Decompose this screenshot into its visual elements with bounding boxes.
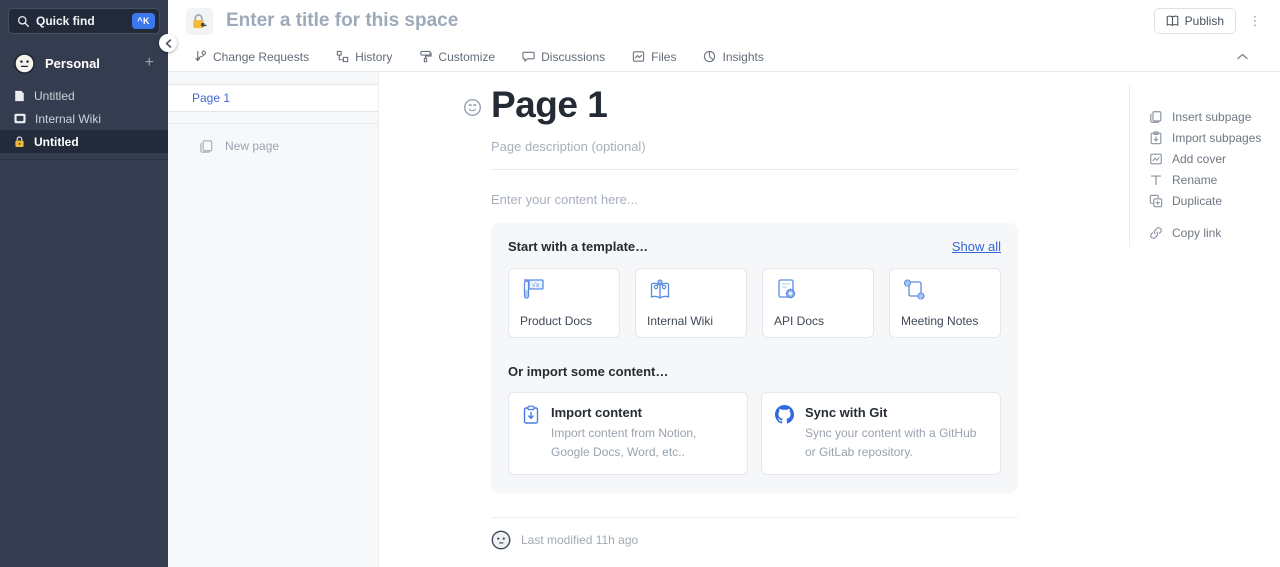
template-card-internal-wiki[interactable]: Internal Wiki — [635, 268, 747, 338]
lock-with-key-icon — [191, 13, 208, 30]
duplicate-icon — [1149, 194, 1163, 208]
lock-icon — [14, 136, 25, 148]
import-content-icon — [522, 405, 540, 461]
tab-customize[interactable]: Customize — [419, 50, 495, 64]
search-placeholder: Quick find — [36, 14, 132, 28]
template-card-product-docs[interactable]: √x Product Docs — [508, 268, 620, 338]
main-area: Enter a title for this space Publish ⋮ C… — [168, 0, 1280, 567]
pages-divider — [168, 123, 378, 124]
rename-icon — [1149, 173, 1163, 187]
copy-link-icon — [1149, 226, 1163, 240]
add-cover-icon — [1149, 152, 1163, 166]
page-emoji-button[interactable] — [463, 98, 482, 117]
space-emoji-button[interactable] — [186, 8, 213, 35]
templates-heading: Start with a template… — [508, 239, 952, 254]
page-title[interactable]: Page 1 — [491, 84, 1018, 126]
publish-button[interactable]: Publish — [1154, 8, 1236, 34]
api-docs-icon — [774, 278, 862, 302]
title-divider — [491, 169, 1018, 170]
sync-with-git-card[interactable]: Sync with Git Sync your content with a G… — [761, 392, 1001, 475]
copy-link-button[interactable]: Copy link — [1149, 222, 1261, 243]
meeting-notes-icon — [901, 278, 989, 302]
files-icon — [632, 50, 645, 63]
page-icon — [14, 90, 25, 102]
import-subpages-icon — [1149, 131, 1163, 145]
tab-files[interactable]: Files — [632, 50, 676, 64]
import-subpages-button[interactable]: Import subpages — [1149, 127, 1261, 148]
workspace-avatar — [14, 53, 35, 74]
header-more-button[interactable]: ⋮ — [1242, 13, 1268, 29]
collapse-header-button[interactable] — [1237, 53, 1248, 60]
sidebar-item-untitled-1[interactable]: Untitled — [0, 84, 168, 107]
internal-wiki-icon — [647, 278, 735, 302]
search-icon — [17, 15, 30, 28]
customize-icon — [419, 50, 432, 63]
quick-find-search[interactable]: Quick find ^K — [8, 8, 160, 34]
last-modified-text: Last modified 11h ago — [521, 533, 638, 547]
github-icon — [775, 405, 794, 461]
tab-change-requests[interactable]: Change Requests — [194, 50, 309, 64]
add-space-button[interactable]: + — [145, 55, 154, 71]
import-heading: Or import some content… — [508, 364, 1001, 379]
insert-subpage-button[interactable]: Insert subpage — [1149, 106, 1261, 127]
insights-icon — [703, 50, 716, 63]
last-modified-row: Last modified 11h ago — [491, 530, 1018, 567]
space-tab-bar: Change Requests History Customize Discus… — [168, 42, 1280, 72]
tab-discussions[interactable]: Discussions — [522, 50, 605, 64]
page-list-item-selected[interactable]: Page 1 — [168, 84, 378, 112]
discussions-icon — [522, 50, 535, 63]
rename-button[interactable]: Rename — [1149, 169, 1261, 190]
template-card-meeting-notes[interactable]: Meeting Notes — [889, 268, 1001, 338]
modifier-avatar — [491, 530, 511, 550]
product-docs-icon: √x — [520, 278, 608, 302]
sidebar-item-internal-wiki[interactable]: Internal Wiki — [0, 107, 168, 130]
space-header: Enter a title for this space Publish ⋮ — [168, 0, 1280, 42]
insert-subpage-icon — [1149, 110, 1163, 124]
page-actions-rail: Insert subpage Import subpages Add cover… — [1129, 85, 1261, 247]
template-card-api-docs[interactable]: API Docs — [762, 268, 874, 338]
tab-history[interactable]: History — [336, 50, 392, 64]
duplicate-button[interactable]: Duplicate — [1149, 190, 1261, 211]
new-page-icon — [199, 139, 214, 154]
svg-text:√x: √x — [532, 282, 540, 289]
wiki-icon — [14, 113, 26, 124]
search-shortcut-badge: ^K — [132, 13, 155, 29]
import-content-card[interactable]: Import content Import content from Notio… — [508, 392, 748, 475]
space-list: Untitled Internal Wiki Untitled — [0, 84, 168, 160]
template-suggestions-box: Start with a template… Show all √x Produ… — [491, 223, 1018, 493]
workspace-switcher[interactable]: Personal + — [0, 42, 168, 84]
history-icon — [336, 50, 349, 63]
footer-divider — [491, 517, 1018, 518]
workspace-name: Personal — [45, 56, 145, 71]
show-all-templates-link[interactable]: Show all — [952, 239, 1001, 254]
sidebar-item-untitled-2[interactable]: Untitled — [0, 130, 168, 153]
publish-book-icon — [1166, 15, 1179, 27]
change-requests-icon — [194, 50, 207, 63]
new-page-button[interactable]: New page — [168, 134, 378, 158]
workspace-sidebar: Quick find ^K Personal + Untitled Intern… — [0, 0, 168, 567]
content-input[interactable]: Enter your content here... — [491, 192, 1018, 207]
space-title-input[interactable]: Enter a title for this space — [226, 10, 1154, 32]
pages-panel: Page 1 New page — [168, 72, 379, 567]
page-description-input[interactable]: Page description (optional) — [491, 139, 1018, 154]
tab-insights[interactable]: Insights — [703, 50, 763, 64]
collapse-sidebar-button[interactable] — [159, 34, 177, 52]
add-cover-button[interactable]: Add cover — [1149, 148, 1261, 169]
